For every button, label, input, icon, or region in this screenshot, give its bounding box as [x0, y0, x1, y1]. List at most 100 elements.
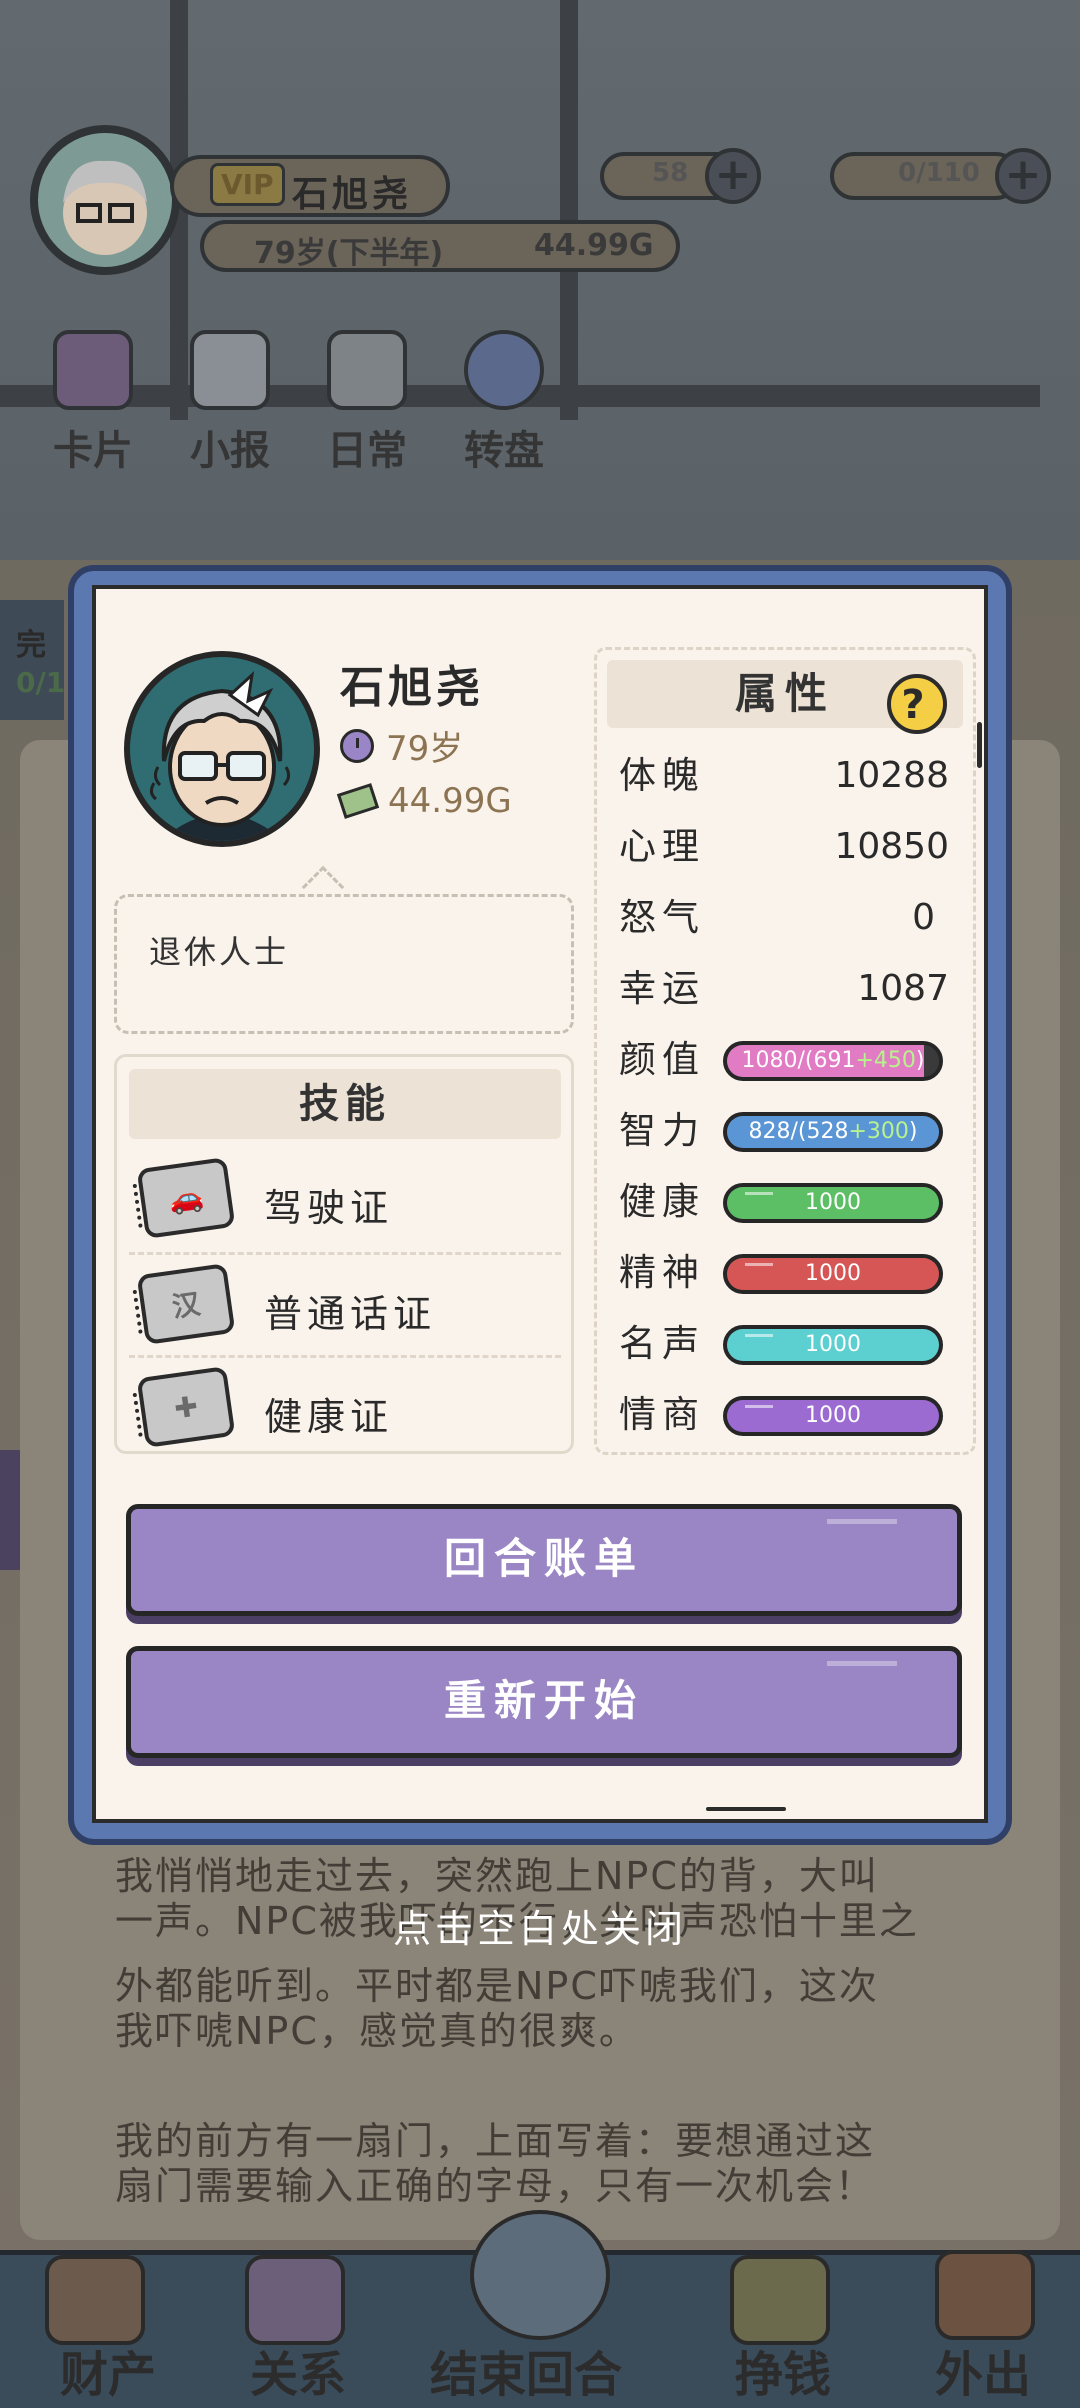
close-hint[interactable]: 点击空白处关闭 — [0, 1898, 1080, 1953]
menu-daily[interactable]: 日常 — [312, 330, 422, 476]
newspaper-icon — [190, 330, 270, 410]
bar-text: 1080/(691+450) — [741, 1048, 925, 1073]
bar-name: 精神 — [619, 1251, 705, 1294]
restart-button[interactable]: 重新开始 — [126, 1646, 962, 1758]
stat-name: 体魄 — [619, 754, 705, 797]
nav-assets[interactable]: 财产 — [60, 2335, 156, 2405]
player-age: 79岁(下半年) — [254, 236, 444, 271]
health-card-icon: ✚ — [136, 1366, 236, 1448]
player-name: 石旭尧 — [292, 174, 413, 215]
character-avatar — [124, 651, 320, 847]
character-money: 44.99G — [388, 781, 512, 821]
scrollbar[interactable] — [977, 722, 982, 768]
side-tab-label: 完 — [16, 628, 46, 663]
intelligence-bar: 828/(528+300) — [723, 1112, 943, 1152]
story-line: 我吓唬NPC，感觉真的很爽。 — [115, 2009, 639, 2053]
character-age: 79岁 — [386, 729, 464, 769]
round-bill-button[interactable]: 回合账单 — [126, 1504, 962, 1616]
energy-count: 0/110 — [898, 158, 980, 188]
menu-wheel[interactable]: 转盘 — [449, 330, 559, 476]
vip-badge[interactable]: VIP — [210, 163, 285, 206]
character-name: 石旭尧 — [340, 662, 484, 713]
health-bar: 1000 — [723, 1183, 943, 1223]
add-gems-button[interactable]: + — [705, 148, 761, 204]
menu-cards[interactable]: 卡片 — [38, 330, 148, 476]
bar-name: 名声 — [619, 1322, 705, 1365]
menu-newspaper-label: 小报 — [190, 428, 270, 474]
stat-row: 心理 10850 — [619, 821, 949, 873]
stat-value: 10850 — [834, 826, 949, 867]
bar-text: 1000 — [805, 1261, 861, 1286]
bar-name: 智力 — [619, 1109, 705, 1152]
story-line: 扇门需要输入正确的字母，只有一次机会！ — [115, 2164, 876, 2208]
cash-icon — [336, 783, 380, 819]
skills-header: 技能 — [129, 1069, 561, 1139]
bar-row: 名声 1000 — [619, 1318, 949, 1370]
door-exit-icon — [935, 2250, 1035, 2340]
car-card-icon: 🚗 — [136, 1157, 236, 1239]
character-money-row: 44.99G — [336, 781, 512, 821]
stat-value: 10288 — [834, 755, 949, 796]
bar-text: 828/(528+300) — [748, 1119, 918, 1144]
stat-name: 心理 — [619, 825, 705, 868]
bar-row: 颜值 1080/(691+450) — [619, 1034, 949, 1086]
mandarin-card-icon: 汉 — [136, 1263, 236, 1345]
side-tab-count: 0/1 — [16, 666, 66, 699]
bar-row: 智力 828/(528+300) — [619, 1105, 949, 1157]
character-modal: 石旭尧 79岁 44.99G 退休人士 技能 🚗 驾驶证 汉 普通话证 ✚ 健康… — [68, 565, 1012, 1845]
stat-value: 1087 — [857, 968, 949, 1009]
contacts-book-icon — [245, 2255, 345, 2345]
modal-handle — [706, 1807, 786, 1811]
nav-earn-money[interactable]: 挣钱 — [735, 2335, 831, 2405]
attributes-panel: 属性 ? 体魄 10288 心理 10850 怒气 0 幸运 1087 颜值 1… — [594, 647, 982, 1455]
stat-name: 幸运 — [619, 967, 705, 1010]
menu-cards-label: 卡片 — [53, 428, 133, 474]
menu-wheel-label: 转盘 — [464, 428, 544, 474]
bar-text: 1000 — [805, 1190, 861, 1215]
title-box: 退休人士 — [114, 894, 574, 1034]
cards-icon — [53, 330, 133, 410]
skill-label: 健康证 — [264, 1395, 394, 1439]
bar-text: 1000 — [805, 1403, 861, 1428]
player-money: 44.99G — [534, 228, 654, 263]
nav-end-turn[interactable]: 结束回合 — [430, 2335, 622, 2405]
button-gloss — [827, 1661, 897, 1667]
character-title: 退休人士 — [149, 933, 290, 971]
spirit-bar: 1000 — [723, 1254, 943, 1294]
player-avatar[interactable] — [30, 125, 180, 275]
checklist-icon — [327, 330, 407, 410]
nav-relations[interactable]: 关系 — [250, 2335, 346, 2405]
help-icon[interactable]: ? — [887, 674, 947, 734]
skill-item[interactable]: 🚗 驾驶证 — [129, 1149, 561, 1249]
bar-row: 精神 1000 — [619, 1247, 949, 1299]
restart-label: 重新开始 — [443, 1676, 644, 1725]
side-quest-tab[interactable]: 完 0/1 — [0, 600, 66, 720]
modal-paper: 石旭尧 79岁 44.99G 退休人士 技能 🚗 驾驶证 汉 普通话证 ✚ 健康… — [92, 585, 988, 1823]
info-pill: 79岁(下半年) 44.99G — [200, 220, 680, 272]
menu-daily-label: 日常 — [327, 428, 407, 474]
fist-money-icon — [730, 2255, 830, 2345]
bar-name: 颜值 — [619, 1038, 705, 1081]
stat-row: 体魄 10288 — [619, 750, 949, 802]
energy-pill: 0/110 — [830, 152, 1020, 200]
stat-row: 怒气 0 — [619, 892, 949, 944]
name-pill: VIP 石旭尧 — [170, 155, 450, 217]
add-energy-button[interactable]: + — [995, 148, 1051, 204]
skill-item[interactable]: ✚ 健康证 — [129, 1355, 561, 1455]
skills-panel: 技能 🚗 驾驶证 汉 普通话证 ✚ 健康证 — [114, 1054, 574, 1454]
stat-name: 怒气 — [619, 896, 705, 939]
attributes-title: 属性 — [734, 669, 835, 718]
house-icon — [45, 2255, 145, 2345]
nav-go-out[interactable]: 外出 — [935, 2335, 1031, 2405]
clock-icon — [340, 728, 374, 763]
skill-label: 驾驶证 — [264, 1186, 394, 1230]
button-gloss — [827, 1519, 897, 1525]
round-bill-label: 回合账单 — [443, 1534, 644, 1583]
alarm-clock-icon — [470, 2210, 610, 2340]
attributes-header: 属性 ? — [607, 660, 963, 734]
stat-value: 0 — [912, 897, 935, 938]
skill-item[interactable]: 汉 普通话证 — [129, 1252, 561, 1352]
bar-row: 健康 1000 — [619, 1176, 949, 1228]
skill-label: 普通话证 — [264, 1292, 437, 1336]
menu-newspaper[interactable]: 小报 — [175, 330, 285, 476]
